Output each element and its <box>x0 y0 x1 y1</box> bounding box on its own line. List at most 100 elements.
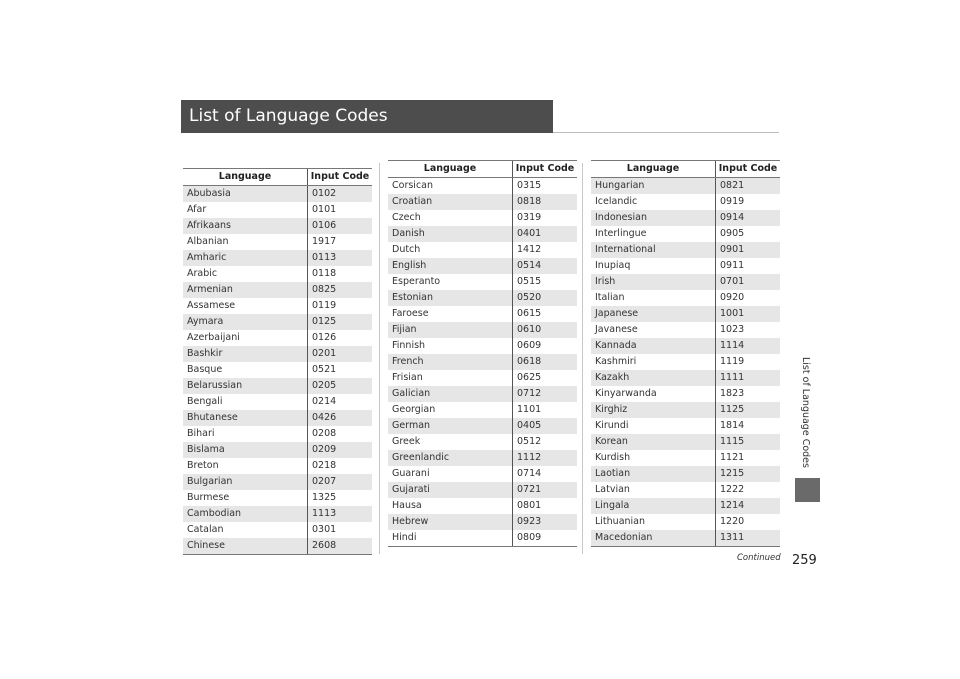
input-code-cell: 0119 <box>312 300 337 311</box>
table-row: Georgian 1101 <box>388 402 577 418</box>
table-row: Bhutanese 0426 <box>183 410 372 426</box>
language-cell: Corsican <box>388 178 513 194</box>
language-cell: Amharic <box>183 250 308 266</box>
table-row: Chinese 2608 <box>183 538 372 554</box>
language-cell: Kurdish <box>591 450 716 466</box>
table-bottom-rule <box>388 546 577 547</box>
table-row: Corsican 0315 <box>388 178 577 194</box>
language-cell: Cambodian <box>183 506 308 522</box>
table-row: Bulgarian 0207 <box>183 474 372 490</box>
table-row: Burmese 1325 <box>183 490 372 506</box>
input-code-cell: 0801 <box>517 500 542 511</box>
input-code-cell: 1112 <box>513 450 577 466</box>
table-row: Kannada 1114 <box>591 338 780 354</box>
language-cell: French <box>388 354 513 370</box>
language-cell: Afar <box>183 202 308 218</box>
input-code-cell: 1114 <box>716 338 780 354</box>
side-section-label: List of Language Codes <box>800 357 811 468</box>
input-code-cell: 0923 <box>513 514 577 530</box>
input-code-cell: 0609 <box>517 340 542 351</box>
table-header: Language Input Code <box>183 168 372 186</box>
language-cell: Albanian <box>183 234 308 250</box>
table-row: Kazakh 1111 <box>591 370 780 386</box>
table-row: Latvian 1222 <box>591 482 780 498</box>
input-code-cell: 0125 <box>308 314 372 330</box>
table-row: Belarussian 0205 <box>183 378 372 394</box>
input-code-cell: 1111 <box>716 370 780 386</box>
input-code-cell: 0319 <box>517 212 542 223</box>
table-row: Finnish 0609 <box>388 338 577 354</box>
language-cell: Irish <box>591 274 716 290</box>
table-row: Abubasia 0102 <box>183 186 372 202</box>
language-cell: Frisian <box>388 370 513 386</box>
input-code-cell: 0301 <box>312 524 337 535</box>
language-cell: Bhutanese <box>183 410 308 426</box>
input-code-cell: 0208 <box>312 428 337 439</box>
input-code-cell: 0315 <box>517 180 542 191</box>
language-cell: Georgian <box>388 402 513 418</box>
input-code-cell: 0514 <box>513 258 577 274</box>
language-cell: Hindi <box>388 530 513 546</box>
input-code-cell: 0714 <box>517 468 542 479</box>
table-row: Hungarian 0821 <box>591 178 780 194</box>
language-cell: Dutch <box>388 242 513 258</box>
language-cell: Abubasia <box>183 186 308 202</box>
table-row: Afar 0101 <box>183 202 372 218</box>
language-cell: Faroese <box>388 306 513 322</box>
table-row: Guarani 0714 <box>388 466 577 482</box>
language-cell: Lingala <box>591 498 716 514</box>
header-language: Language <box>388 161 513 177</box>
language-cell: Kannada <box>591 338 716 354</box>
language-cell: Indonesian <box>591 210 716 226</box>
input-code-cell: 0901 <box>716 242 780 258</box>
table-row: Inupiaq 0911 <box>591 258 780 274</box>
input-code-cell: 0113 <box>308 250 372 266</box>
language-cell: Afrikaans <box>183 218 308 234</box>
language-cell: Greenlandic <box>388 450 513 466</box>
table-row: Kirundi 1814 <box>591 418 780 434</box>
table-bottom-rule <box>591 546 780 547</box>
table-row: Arabic 0118 <box>183 266 372 282</box>
language-cell: Interlingue <box>591 226 716 242</box>
language-cell: English <box>388 258 513 274</box>
input-code-cell: 1220 <box>720 516 745 527</box>
language-cell: Macedonian <box>591 530 716 546</box>
language-cell: Hausa <box>388 498 513 514</box>
table-row: Lithuanian 1220 <box>591 514 780 530</box>
table-row: Galician 0712 <box>388 386 577 402</box>
table-row: Italian 0920 <box>591 290 780 306</box>
language-cell: Bulgarian <box>183 474 308 490</box>
table-row: Macedonian 1311 <box>591 530 780 546</box>
table-row: Lingala 1214 <box>591 498 780 514</box>
table-row: Kurdish 1121 <box>591 450 780 466</box>
language-cell: Galician <box>388 386 513 402</box>
language-table-3: Language Input Code Hungarian 0821 Iceland… <box>591 160 780 547</box>
language-cell: Belarussian <box>183 378 308 394</box>
input-code-cell: 0126 <box>312 332 337 343</box>
input-code-cell: 1101 <box>517 404 542 415</box>
language-cell: Estonian <box>388 290 513 306</box>
table-row: Icelandic 0919 <box>591 194 780 210</box>
language-cell: Catalan <box>183 522 308 538</box>
page-number: 259 <box>792 553 817 568</box>
input-code-cell: 0207 <box>308 474 372 490</box>
language-cell: Latvian <box>591 482 716 498</box>
language-cell: Azerbaijani <box>183 330 308 346</box>
input-code-cell: 0214 <box>312 396 337 407</box>
table-row: Albanian 1917 <box>183 234 372 250</box>
header-language: Language <box>183 169 308 185</box>
input-code-cell: 1113 <box>308 506 372 522</box>
table-row: Hausa 0801 <box>388 498 577 514</box>
input-code-cell: 1215 <box>716 466 780 482</box>
table-row: Indonesian 0914 <box>591 210 780 226</box>
input-code-cell: 2608 <box>308 538 372 554</box>
table-row: Afrikaans 0106 <box>183 218 372 234</box>
table-body: Corsican 0315 Croatian 0818 Czech 0319 Danish 0… <box>388 178 577 546</box>
language-cell: Chinese <box>183 538 308 554</box>
table-row: Assamese 0119 <box>183 298 372 314</box>
input-code-cell: 0618 <box>513 354 577 370</box>
language-table-2: Language Input Code Corsican 0315 Croatian… <box>388 160 577 547</box>
language-cell: Hebrew <box>388 514 513 530</box>
language-cell: Lithuanian <box>591 514 716 530</box>
table-row: Czech 0319 <box>388 210 577 226</box>
